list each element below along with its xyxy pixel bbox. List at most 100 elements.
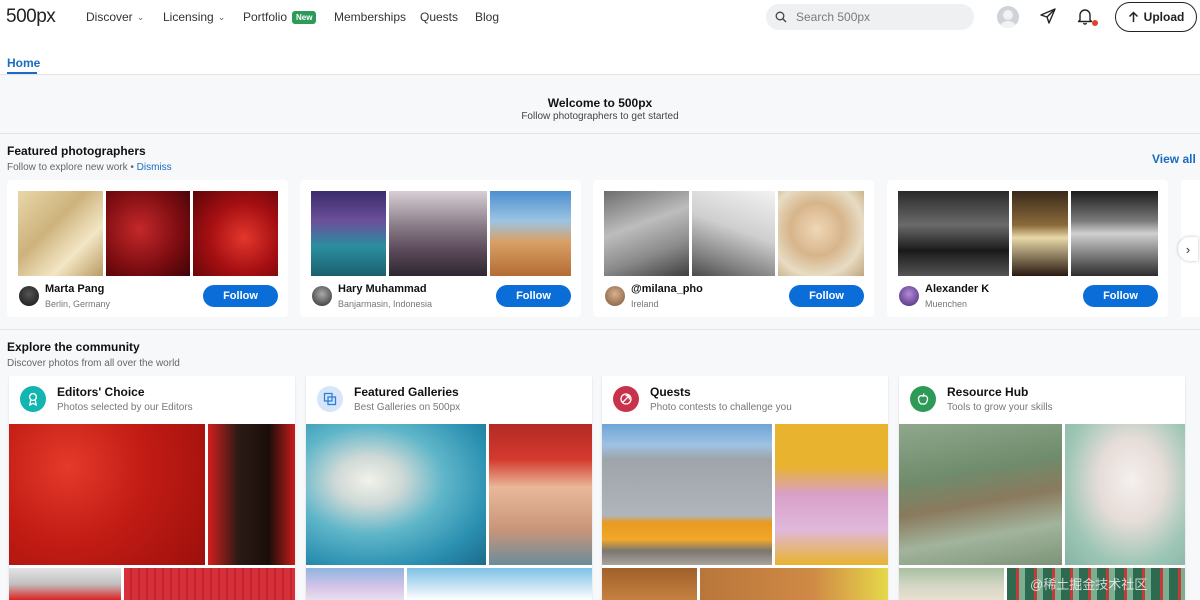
view-all-link[interactable]: View all [1152,152,1196,166]
welcome-banner: Welcome to 500px Follow photographers to… [0,76,1200,134]
tab-home[interactable]: Home [7,56,40,70]
avatar[interactable] [19,286,39,306]
tab-bar: Home [0,34,1200,75]
search-box[interactable] [766,4,974,30]
card-subtitle: Photos selected by our Editors [57,402,193,413]
nav-memberships[interactable]: Memberships [334,10,406,24]
photographer-card[interactable]: Marta Pang Berlin, Germany Follow [7,180,288,317]
new-badge: New [292,11,317,24]
search-input[interactable] [796,8,966,26]
photographer-name[interactable]: Hary Muhammad [338,283,427,295]
photographer-card[interactable]: Alexander K Muenchen Follow [887,180,1168,317]
ribbon-icon [20,386,46,412]
logo[interactable]: 500px [6,6,56,28]
photographer-card[interactable]: Hary Muhammad Banjarmasin, Indonesia Fol… [300,180,581,317]
watermark: @稀土掘金技术社区 [1030,577,1148,592]
apple-icon [910,386,936,412]
photo-thumbnail[interactable] [604,191,689,276]
photo-thumbnail[interactable] [208,424,295,565]
follow-button[interactable]: Follow [496,285,571,307]
notification-dot [1092,20,1098,26]
photographer-name[interactable]: Marta Pang [45,283,104,295]
community-card-featured-galleries[interactable]: Featured Galleries Best Galleries on 500… [306,376,592,600]
community-title: Explore the community [7,340,140,354]
top-navigation-bar: 500px Discover ⌄ Licensing ⌄ Portfolio New … [0,0,1200,34]
photo-thumbnail[interactable] [106,191,190,276]
chevron-down-icon: ⌄ [136,12,145,22]
photo-thumbnail[interactable] [602,568,697,600]
community-card-quests[interactable]: Quests Photo contests to challenge you [602,376,888,600]
photo-thumbnail[interactable] [1012,191,1068,276]
community-subtitle: Discover photos from all over the world [7,358,180,369]
card-title: Resource Hub [947,385,1029,399]
photo-thumbnail[interactable] [1065,424,1185,565]
photo-thumbnail[interactable] [306,568,404,600]
card-subtitle: Tools to grow your skills [947,402,1053,413]
photo-thumbnail[interactable] [489,424,592,565]
photo-thumbnail[interactable] [389,191,487,276]
avatar[interactable] [899,286,919,306]
nav-portfolio[interactable]: Portfolio New [243,10,317,24]
photographer-name[interactable]: @milana_pho [631,283,703,295]
card-subtitle: Photo contests to challenge you [650,402,792,413]
photo-thumbnail[interactable] [899,424,1062,565]
welcome-title: Welcome to 500px [547,96,653,110]
nav-discover[interactable]: Discover ⌄ [86,10,144,24]
avatar[interactable] [605,286,625,306]
card-title: Editors' Choice [57,385,145,399]
photo-thumbnail[interactable] [407,568,592,600]
featured-title: Featured photographers [7,144,146,158]
photo-thumbnail[interactable] [692,191,775,276]
featured-subtitle-text: Follow to explore new work • [7,162,134,173]
send-icon[interactable] [1039,7,1057,25]
dismiss-link[interactable]: Dismiss [137,162,172,173]
nav-discover-label: Discover [86,10,133,24]
tab-active-indicator [7,72,37,74]
welcome-subtitle: Follow photographers to get started [521,111,679,122]
gallery-icon [317,386,343,412]
featured-subtitle: Follow to explore new work • Dismiss [7,162,172,173]
nav-licensing[interactable]: Licensing ⌄ [163,10,225,24]
photographer-location: Muenchen [925,299,968,309]
nav-blog[interactable]: Blog [475,10,499,24]
photo-thumbnail[interactable] [306,424,486,565]
nav-portfolio-label: Portfolio [243,10,288,24]
photographer-location: Banjarmasin, Indonesia [338,299,433,309]
section-divider [0,329,1200,330]
photo-thumbnail[interactable] [899,568,1004,600]
carousel-next-button[interactable]: › [1178,237,1198,261]
photo-thumbnail[interactable] [775,424,888,565]
photo-thumbnail[interactable] [490,191,571,276]
avatar[interactable] [312,286,332,306]
photo-thumbnail[interactable] [1071,191,1158,276]
community-card-editors-choice[interactable]: Editors' Choice Photos selected by our E… [9,376,295,600]
photographer-location: Ireland [631,299,659,309]
photo-thumbnail[interactable] [18,191,103,276]
nav-licensing-label: Licensing [163,10,214,24]
nav-quests[interactable]: Quests [420,10,458,24]
card-title: Featured Galleries [354,385,459,399]
follow-button[interactable]: Follow [1083,285,1158,307]
photo-thumbnail[interactable] [9,424,205,565]
follow-button[interactable]: Follow [203,285,278,307]
photo-thumbnail[interactable] [898,191,1009,276]
photo-thumbnail[interactable] [311,191,386,276]
photographer-card[interactable]: @milana_pho Ireland Follow [593,180,874,317]
avatar[interactable] [997,6,1019,28]
photo-thumbnail[interactable] [778,191,864,276]
quest-icon [613,386,639,412]
photo-thumbnail[interactable] [602,424,772,565]
upload-label: Upload [1143,10,1185,24]
photo-thumbnail[interactable] [193,191,278,276]
upload-button[interactable]: Upload [1115,2,1197,32]
photographer-name[interactable]: Alexander K [925,283,989,295]
card-title: Quests [650,385,691,399]
search-icon [775,11,787,23]
photo-thumbnail[interactable] [9,568,121,600]
community-card-resource-hub[interactable]: Resource Hub Tools to grow your skills [899,376,1185,600]
follow-button[interactable]: Follow [789,285,864,307]
upload-arrow-icon [1128,11,1138,22]
photographer-location: Berlin, Germany [45,299,111,309]
photo-thumbnail[interactable] [124,568,295,600]
photo-thumbnail[interactable] [700,568,888,600]
